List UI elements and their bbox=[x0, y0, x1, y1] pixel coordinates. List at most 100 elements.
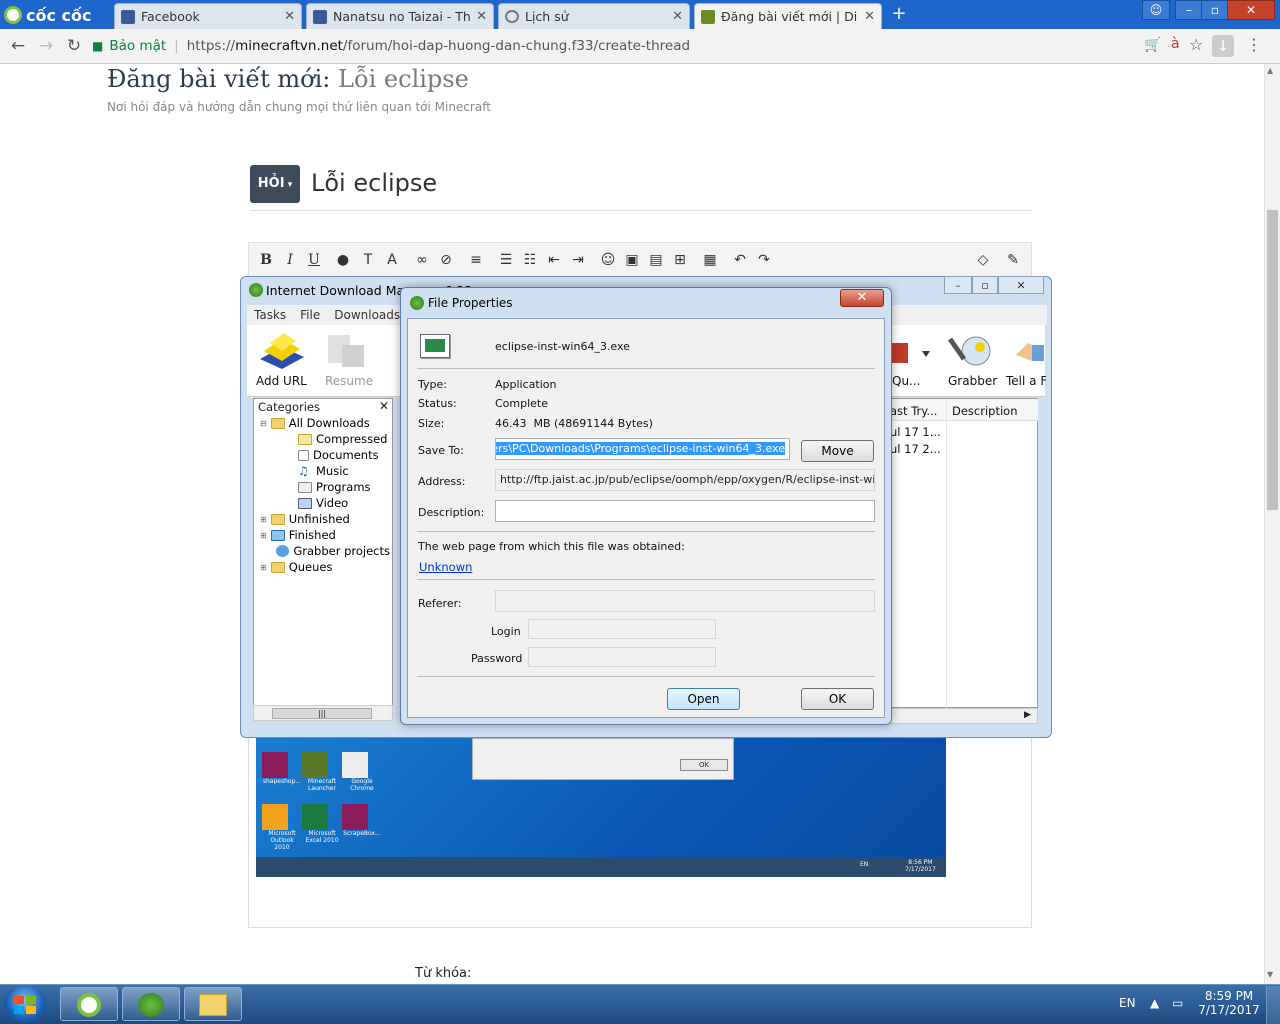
reload-icon[interactable]: ↻ bbox=[62, 35, 86, 59]
redo-icon[interactable]: ↷ bbox=[754, 250, 774, 270]
category-video[interactable]: Video bbox=[260, 495, 390, 511]
bold-button[interactable]: B bbox=[256, 250, 276, 270]
category-grabber-projects[interactable]: Grabber projects bbox=[260, 543, 390, 559]
unlink-icon[interactable]: ⊘ bbox=[436, 250, 456, 270]
close-icon[interactable]: ✕ bbox=[864, 9, 875, 24]
login-field[interactable] bbox=[528, 619, 716, 639]
new-tab-button[interactable]: + bbox=[888, 5, 910, 24]
indent-icon[interactable]: ⇥ bbox=[568, 250, 588, 270]
category-documents[interactable]: Documents bbox=[260, 447, 390, 463]
bullet-list-icon[interactable]: ☰ bbox=[496, 250, 516, 270]
close-window-button[interactable]: ✕ bbox=[1227, 0, 1275, 20]
category-programs[interactable]: Programs bbox=[260, 479, 390, 495]
tab-create-thread[interactable]: Đăng bài viết mới | Diễn Đ ✕ bbox=[694, 3, 882, 29]
minimize-button[interactable]: – bbox=[1175, 0, 1203, 20]
referer-field[interactable] bbox=[495, 590, 875, 612]
save-draft-icon[interactable]: ▦ bbox=[700, 250, 720, 270]
image-icon[interactable]: ▣ bbox=[622, 250, 642, 270]
scroll-right-icon[interactable]: ▶ bbox=[1024, 710, 1031, 720]
italic-button[interactable]: I bbox=[280, 250, 300, 270]
column-description[interactable]: Description bbox=[952, 404, 1018, 418]
menu-tasks[interactable]: Tasks bbox=[254, 305, 286, 325]
thread-title-input[interactable]: Lỗi eclipse bbox=[311, 169, 437, 197]
maximize-button[interactable]: ▫ bbox=[972, 276, 998, 294]
page-scrollbar[interactable] bbox=[1264, 64, 1280, 984]
font-size-icon[interactable]: T bbox=[358, 250, 378, 270]
clock[interactable]: 8:59 PM 7/17/2017 bbox=[1196, 989, 1262, 1017]
resume-button[interactable]: Resume bbox=[325, 374, 373, 388]
eraser-icon[interactable]: ◇ bbox=[973, 250, 993, 270]
queue-icon[interactable] bbox=[886, 329, 938, 373]
close-icon[interactable]: ✕ bbox=[476, 9, 487, 24]
close-icon[interactable]: ✕ bbox=[379, 399, 389, 413]
forward-icon[interactable]: → bbox=[34, 35, 58, 59]
open-button[interactable]: Open bbox=[667, 688, 740, 710]
color-icon[interactable]: ● bbox=[333, 250, 353, 270]
align-icon[interactable]: ≡ bbox=[466, 250, 486, 270]
thread-prefix-dropdown[interactable]: HỎI ▾ bbox=[250, 165, 300, 203]
smilie-icon[interactable]: ☺ bbox=[598, 250, 618, 270]
translate-icon[interactable]: à bbox=[1171, 36, 1180, 52]
url-field[interactable]: ■ Bảo mật | https://minecraftvn.net/foru… bbox=[92, 33, 1132, 59]
tell-a-friend-icon[interactable] bbox=[1010, 329, 1046, 373]
list-scrollbar[interactable] bbox=[886, 708, 1038, 724]
category-unfinished[interactable]: ⊞ Unfinished bbox=[260, 511, 390, 527]
ok-button[interactable]: OK bbox=[801, 688, 874, 710]
category-compressed[interactable]: Compressed bbox=[260, 431, 390, 447]
underline-button[interactable]: U bbox=[304, 250, 324, 270]
wrench-icon[interactable]: ✎ bbox=[1003, 250, 1023, 270]
menu-file[interactable]: File bbox=[300, 305, 320, 325]
scrollbar-thumb[interactable]: ||| bbox=[272, 708, 372, 719]
menu-icon[interactable]: ⋮ bbox=[1246, 35, 1262, 54]
back-icon[interactable]: ← bbox=[6, 35, 30, 59]
insert-icon[interactable]: ⊞ bbox=[670, 250, 690, 270]
description-field[interactable] bbox=[495, 500, 875, 522]
list-item[interactable]: ul 17 1... bbox=[890, 425, 941, 439]
tab-facebook[interactable]: Facebook ✕ bbox=[114, 3, 302, 29]
scroll-up-icon[interactable]: ▲ bbox=[1267, 66, 1273, 75]
close-button[interactable]: ✕ bbox=[998, 276, 1044, 294]
language-indicator[interactable]: EN bbox=[1119, 996, 1136, 1010]
show-desktop-button[interactable] bbox=[1266, 986, 1280, 1024]
tab-nanatsu[interactable]: Nanatsu no Taizai - Thất H ✕ bbox=[306, 3, 494, 29]
move-button[interactable]: Move bbox=[801, 440, 874, 462]
network-icon[interactable]: ▭ bbox=[1172, 996, 1183, 1010]
show-hidden-icons-icon[interactable]: ▲ bbox=[1150, 996, 1159, 1010]
close-icon[interactable]: ✕ bbox=[284, 9, 295, 24]
cart-icon[interactable]: 🛒 bbox=[1144, 37, 1162, 53]
category-all-downloads[interactable]: ⊟ All Downloads bbox=[260, 415, 390, 431]
tab-history[interactable]: Lịch sử ✕ bbox=[498, 3, 690, 29]
close-button[interactable]: ✕ bbox=[840, 289, 884, 307]
grabber-button[interactable]: Grabber bbox=[948, 374, 997, 388]
star-icon[interactable]: ☆ bbox=[1189, 35, 1203, 54]
webpage-link[interactable]: Unknown bbox=[419, 560, 472, 574]
browser-logo[interactable]: cốc cốc bbox=[4, 4, 112, 26]
profile-button[interactable]: ☺ bbox=[1142, 0, 1170, 20]
taskbar-idm[interactable] bbox=[122, 987, 180, 1021]
address-field[interactable]: http://ftp.jaist.ac.jp/pub/eclipse/oomph… bbox=[495, 469, 875, 491]
save-to-field[interactable]: C:\Users\PC\Downloads\Programs\eclipse-i… bbox=[495, 438, 790, 460]
list-item[interactable]: ul 17 2... bbox=[890, 442, 941, 456]
tell-a-friend-button[interactable]: Tell a Fr bbox=[1006, 374, 1046, 388]
grabber-icon[interactable] bbox=[944, 329, 996, 373]
queue-button[interactable]: Qu... bbox=[892, 374, 921, 388]
column-last-try[interactable]: ast Try... bbox=[890, 404, 937, 418]
font-family-icon[interactable]: A bbox=[382, 250, 402, 270]
media-icon[interactable]: ▤ bbox=[646, 250, 666, 270]
scroll-down-icon[interactable]: ▼ bbox=[1267, 970, 1273, 979]
resume-icon[interactable] bbox=[320, 329, 372, 373]
number-list-icon[interactable]: ☷ bbox=[520, 250, 540, 270]
taskbar-coccoc[interactable] bbox=[60, 987, 118, 1021]
category-music[interactable]: ♫ Music bbox=[260, 463, 390, 479]
outdent-icon[interactable]: ⇤ bbox=[544, 250, 564, 270]
maximize-button[interactable]: ▫ bbox=[1201, 0, 1229, 20]
category-queues[interactable]: ⊞ Queues bbox=[260, 559, 390, 575]
password-field[interactable] bbox=[528, 647, 716, 667]
link-icon[interactable]: ∞ bbox=[412, 250, 432, 270]
undo-icon[interactable]: ↶ bbox=[730, 250, 750, 270]
scrollbar-thumb[interactable] bbox=[1267, 210, 1278, 510]
close-icon[interactable]: ✕ bbox=[672, 9, 683, 24]
add-url-button[interactable]: Add URL bbox=[256, 374, 307, 388]
taskbar-explorer[interactable] bbox=[184, 987, 242, 1021]
category-finished[interactable]: ⊞ Finished bbox=[260, 527, 390, 543]
